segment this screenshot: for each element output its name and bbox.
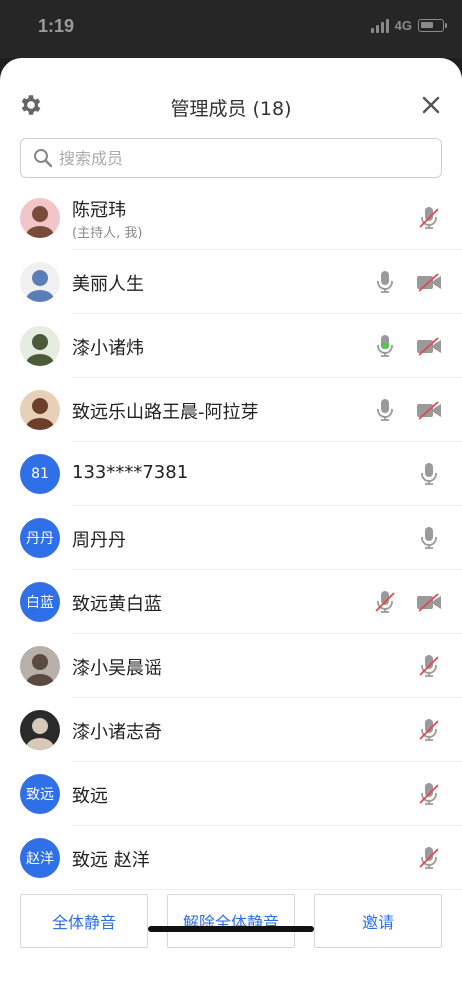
microphone-icon[interactable] (372, 398, 398, 422)
member-row[interactable]: 致远 致远 (0, 762, 462, 826)
member-row[interactable]: 致远乐山路王晨-阿拉芽 (0, 378, 462, 442)
member-row[interactable]: 陈冠玮 (主持人, 我) (0, 186, 462, 250)
unmute-all-button[interactable]: 解除全体静音 (167, 894, 295, 948)
microphone-icon[interactable] (372, 270, 398, 294)
mic-muted-icon[interactable] (416, 718, 442, 742)
search-input[interactable] (59, 148, 441, 168)
member-name: 漆小诸志奇 (72, 722, 162, 743)
avatar (20, 646, 60, 686)
member-name: 漆小吴晨谣 (72, 658, 162, 679)
action-bar: 全体静音 解除全体静音 邀请 (0, 894, 462, 1000)
avatar (20, 390, 60, 430)
avatar (20, 262, 60, 302)
manage-members-sheet: 管理成员 (18) 陈冠玮 (主持人, 我) 美丽人生漆小诸炜致远乐山路王晨-阿拉芽… (0, 58, 462, 1000)
invite-button[interactable]: 邀请 (314, 894, 442, 948)
camera-off-icon[interactable] (416, 270, 442, 294)
page-title: 管理成员 (18) (170, 98, 292, 120)
member-role: (主持人, 我) (72, 226, 143, 241)
member-name: 周丹丹 (72, 530, 126, 551)
microphone-icon[interactable] (372, 334, 398, 358)
mic-muted-icon[interactable] (416, 206, 442, 230)
member-name: 致远 (72, 786, 108, 807)
mic-muted-icon[interactable] (372, 590, 398, 614)
sheet-header: 管理成员 (18) (0, 58, 462, 150)
member-row[interactable]: 漆小诸炜 (0, 314, 462, 378)
member-row[interactable]: 81 133****7381 (0, 442, 462, 506)
search-box[interactable] (20, 138, 442, 178)
member-name: 陈冠玮 (72, 200, 126, 221)
member-list: 陈冠玮 (主持人, 我) 美丽人生漆小诸炜致远乐山路王晨-阿拉芽 81 133****7… (0, 186, 462, 890)
avatar (20, 326, 60, 366)
member-name: 致远乐山路王晨-阿拉芽 (72, 402, 259, 423)
member-name: 致远黄白蓝 (72, 594, 162, 615)
status-indicators: 4G (370, 18, 447, 33)
signal-icon (370, 18, 389, 33)
avatar: 白蓝 (20, 582, 60, 622)
camera-off-icon[interactable] (416, 590, 442, 614)
member-row[interactable]: 赵洋 致远 赵洋 (0, 826, 462, 890)
member-name: 漆小诸炜 (72, 338, 144, 359)
status-bar: 1:19 4G (0, 0, 462, 58)
search-icon (34, 149, 53, 168)
avatar (20, 198, 60, 238)
camera-off-icon[interactable] (416, 398, 442, 422)
member-row[interactable]: 漆小诸志奇 (0, 698, 462, 762)
member-name: 133****7381 (72, 462, 189, 483)
member-name: 美丽人生 (72, 274, 144, 295)
home-indicator (148, 926, 314, 932)
network-type: 4G (394, 18, 412, 33)
microphone-icon[interactable] (416, 526, 442, 550)
mute-all-button[interactable]: 全体静音 (20, 894, 148, 948)
close-icon[interactable] (420, 94, 442, 116)
member-row[interactable]: 美丽人生 (0, 250, 462, 314)
battery-icon (418, 19, 447, 32)
mic-muted-icon[interactable] (416, 654, 442, 678)
avatar: 81 (20, 454, 60, 494)
member-row[interactable]: 丹丹 周丹丹 (0, 506, 462, 570)
avatar: 致远 (20, 774, 60, 814)
member-row[interactable]: 白蓝 致远黄白蓝 (0, 570, 462, 634)
avatar: 赵洋 (20, 838, 60, 878)
avatar (20, 710, 60, 750)
microphone-icon[interactable] (416, 462, 442, 486)
status-time: 1:19 (38, 16, 75, 36)
avatar: 丹丹 (20, 518, 60, 558)
member-row[interactable]: 漆小吴晨谣 (0, 634, 462, 698)
member-name: 致远 赵洋 (72, 850, 150, 871)
mic-muted-icon[interactable] (416, 846, 442, 870)
mic-muted-icon[interactable] (416, 782, 442, 806)
camera-off-icon[interactable] (416, 334, 442, 358)
